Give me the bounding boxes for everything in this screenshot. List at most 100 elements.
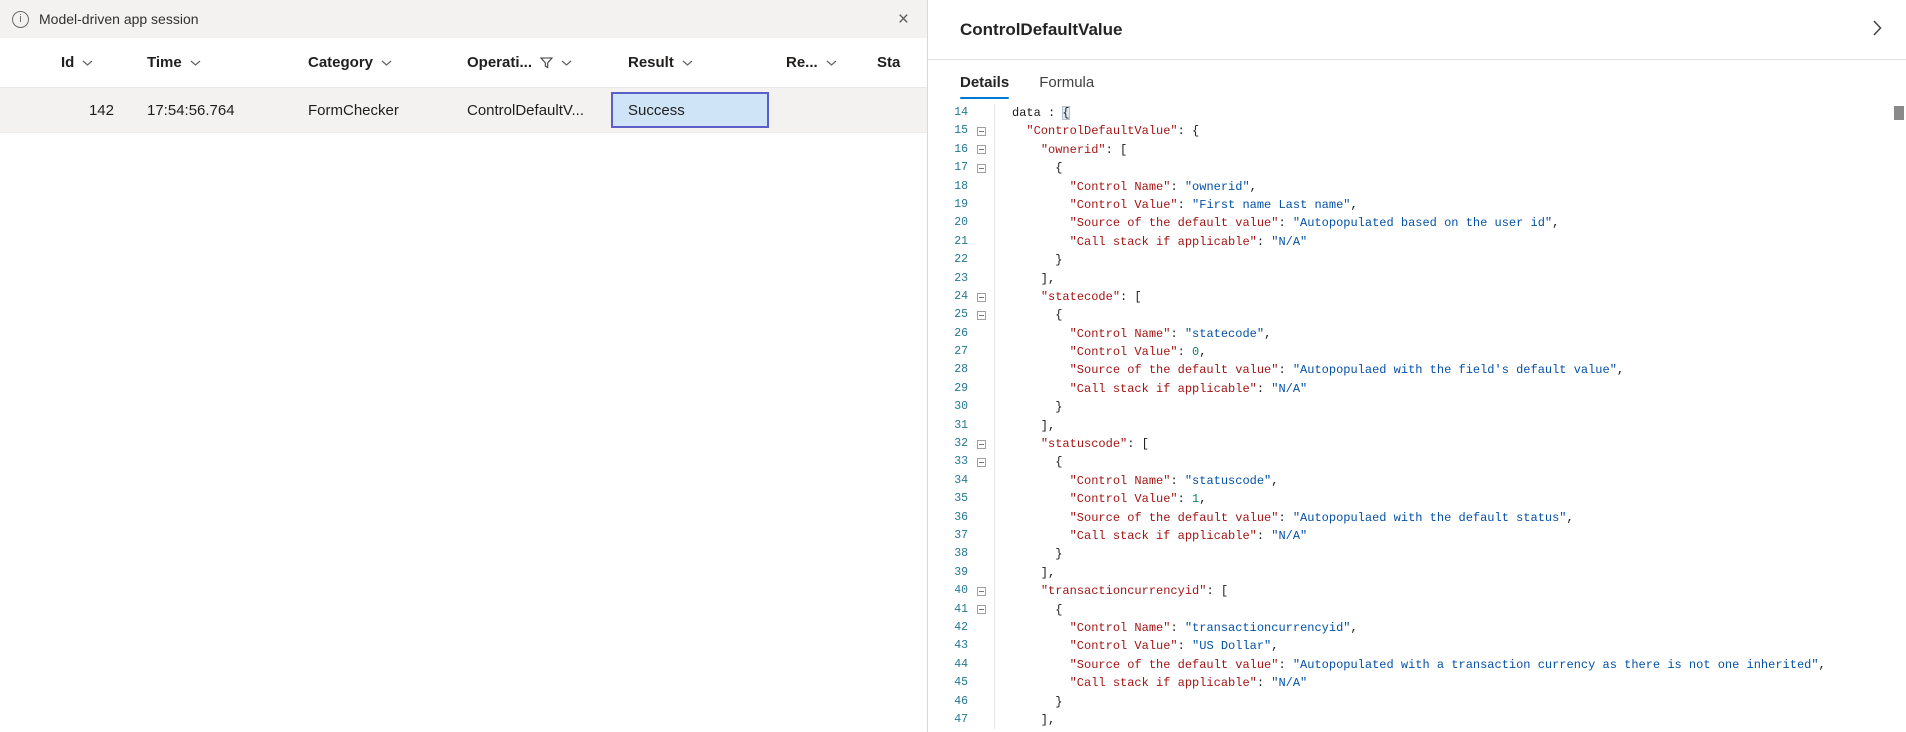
line-number[interactable]: 35: [928, 490, 968, 508]
code-line[interactable]: 27 "Control Value": 0,: [928, 343, 1906, 361]
line-number[interactable]: 37: [928, 527, 968, 545]
code-line[interactable]: 29 "Call stack if applicable": "N/A": [928, 380, 1906, 398]
code-line[interactable]: 26 "Control Name": "statecode",: [928, 325, 1906, 343]
fold-icon[interactable]: [968, 435, 994, 453]
table-row[interactable]: 142 17:54:56.764 FormChecker ControlDefa…: [0, 88, 927, 133]
code-line[interactable]: 14data : {: [928, 104, 1906, 122]
chevron-right-icon[interactable]: [1869, 16, 1886, 43]
fold-icon[interactable]: [968, 306, 994, 324]
column-header-category[interactable]: Category: [291, 54, 450, 71]
fold-icon[interactable]: [968, 159, 994, 177]
line-number[interactable]: 27: [928, 343, 968, 361]
code-line[interactable]: 24 "statecode": [: [928, 288, 1906, 306]
code-line[interactable]: 37 "Call stack if applicable": "N/A": [928, 527, 1906, 545]
code-line[interactable]: 19 "Control Value": "First name Last nam…: [928, 196, 1906, 214]
line-number[interactable]: 34: [928, 472, 968, 490]
line-number[interactable]: 38: [928, 545, 968, 563]
line-number[interactable]: 39: [928, 564, 968, 582]
fold-icon[interactable]: [968, 601, 994, 619]
line-number[interactable]: 41: [928, 601, 968, 619]
line-number[interactable]: 44: [928, 656, 968, 674]
code-line[interactable]: 41 {: [928, 601, 1906, 619]
code-line[interactable]: 21 "Call stack if applicable": "N/A": [928, 233, 1906, 251]
line-number[interactable]: 23: [928, 270, 968, 288]
line-number[interactable]: 25: [928, 306, 968, 324]
line-number[interactable]: 42: [928, 619, 968, 637]
code-line[interactable]: 31 ],: [928, 417, 1906, 435]
code-line[interactable]: 32 "statuscode": [: [928, 435, 1906, 453]
line-number[interactable]: 43: [928, 637, 968, 655]
line-number[interactable]: 45: [928, 674, 968, 692]
cell-category[interactable]: FormChecker: [291, 102, 450, 119]
fold-icon[interactable]: [968, 582, 994, 600]
line-number[interactable]: 29: [928, 380, 968, 398]
close-icon[interactable]: ×: [896, 10, 911, 29]
code-line[interactable]: 36 "Source of the default value": "Autop…: [928, 509, 1906, 527]
filter-icon[interactable]: [540, 57, 553, 69]
column-header-operation[interactable]: Operati...: [450, 54, 611, 71]
code-line[interactable]: 20 "Source of the default value": "Autop…: [928, 214, 1906, 232]
code-line[interactable]: 43 "Control Value": "US Dollar",: [928, 637, 1906, 655]
cell-id[interactable]: 142: [44, 102, 130, 119]
line-number[interactable]: 26: [928, 325, 968, 343]
line-number[interactable]: 19: [928, 196, 968, 214]
cell-result-selected[interactable]: Success: [611, 92, 769, 128]
line-number[interactable]: 47: [928, 711, 968, 729]
code-line[interactable]: 23 ],: [928, 270, 1906, 288]
line-number[interactable]: 31: [928, 417, 968, 435]
code-line[interactable]: 35 "Control Value": 1,: [928, 490, 1906, 508]
line-number[interactable]: 16: [928, 141, 968, 159]
line-number[interactable]: 28: [928, 361, 968, 379]
tab-formula[interactable]: Formula: [1039, 60, 1094, 104]
fold-spacer: [968, 656, 994, 674]
cell-time[interactable]: 17:54:56.764: [130, 102, 291, 119]
code-line[interactable]: 39 ],: [928, 564, 1906, 582]
code-line[interactable]: 18 "Control Name": "ownerid",: [928, 178, 1906, 196]
code-line[interactable]: 15 "ControlDefaultValue": {: [928, 122, 1906, 140]
fold-icon[interactable]: [968, 453, 994, 471]
code-line[interactable]: 45 "Call stack if applicable": "N/A": [928, 674, 1906, 692]
code-line[interactable]: 16 "ownerid": [: [928, 141, 1906, 159]
fold-icon[interactable]: [968, 288, 994, 306]
line-number[interactable]: 30: [928, 398, 968, 416]
code-line[interactable]: 42 "Control Name": "transactioncurrencyi…: [928, 619, 1906, 637]
line-number[interactable]: 22: [928, 251, 968, 269]
cell-operation[interactable]: ControlDefaultV...: [450, 102, 611, 119]
line-number[interactable]: 21: [928, 233, 968, 251]
fold-spacer: [968, 674, 994, 692]
line-number[interactable]: 17: [928, 159, 968, 177]
code-line[interactable]: 40 "transactioncurrencyid": [: [928, 582, 1906, 600]
line-number[interactable]: 15: [928, 122, 968, 140]
line-number[interactable]: 33: [928, 453, 968, 471]
line-number[interactable]: 18: [928, 178, 968, 196]
code-line[interactable]: 28 "Source of the default value": "Autop…: [928, 361, 1906, 379]
line-number[interactable]: 32: [928, 435, 968, 453]
json-code-editor[interactable]: 14data : {15 "ControlDefaultValue": {16 …: [928, 104, 1906, 732]
code-line[interactable]: 38 }: [928, 545, 1906, 563]
scrollbar-track[interactable]: [1892, 104, 1906, 732]
line-number[interactable]: 36: [928, 509, 968, 527]
line-number[interactable]: 14: [928, 104, 968, 122]
fold-icon[interactable]: [968, 122, 994, 140]
code-line[interactable]: 44 "Source of the default value": "Autop…: [928, 656, 1906, 674]
line-number[interactable]: 24: [928, 288, 968, 306]
column-header-id[interactable]: Id: [44, 54, 130, 71]
column-header-result[interactable]: Result: [611, 54, 769, 71]
tab-details[interactable]: Details: [960, 60, 1009, 104]
column-header-result-type[interactable]: Re...: [769, 54, 860, 71]
code-line[interactable]: 17 {: [928, 159, 1906, 177]
code-line[interactable]: 22 }: [928, 251, 1906, 269]
code-line[interactable]: 33 {: [928, 453, 1906, 471]
column-header-time[interactable]: Time: [130, 54, 291, 71]
code-line[interactable]: 30 }: [928, 398, 1906, 416]
code-line[interactable]: 47 ],: [928, 711, 1906, 729]
code-line[interactable]: 46 }: [928, 693, 1906, 711]
column-header-status[interactable]: Sta: [860, 54, 927, 71]
line-number[interactable]: 20: [928, 214, 968, 232]
fold-icon[interactable]: [968, 141, 994, 159]
scrollbar-thumb[interactable]: [1894, 106, 1904, 120]
line-number[interactable]: 40: [928, 582, 968, 600]
code-line[interactable]: 34 "Control Name": "statuscode",: [928, 472, 1906, 490]
line-number[interactable]: 46: [928, 693, 968, 711]
code-line[interactable]: 25 {: [928, 306, 1906, 324]
